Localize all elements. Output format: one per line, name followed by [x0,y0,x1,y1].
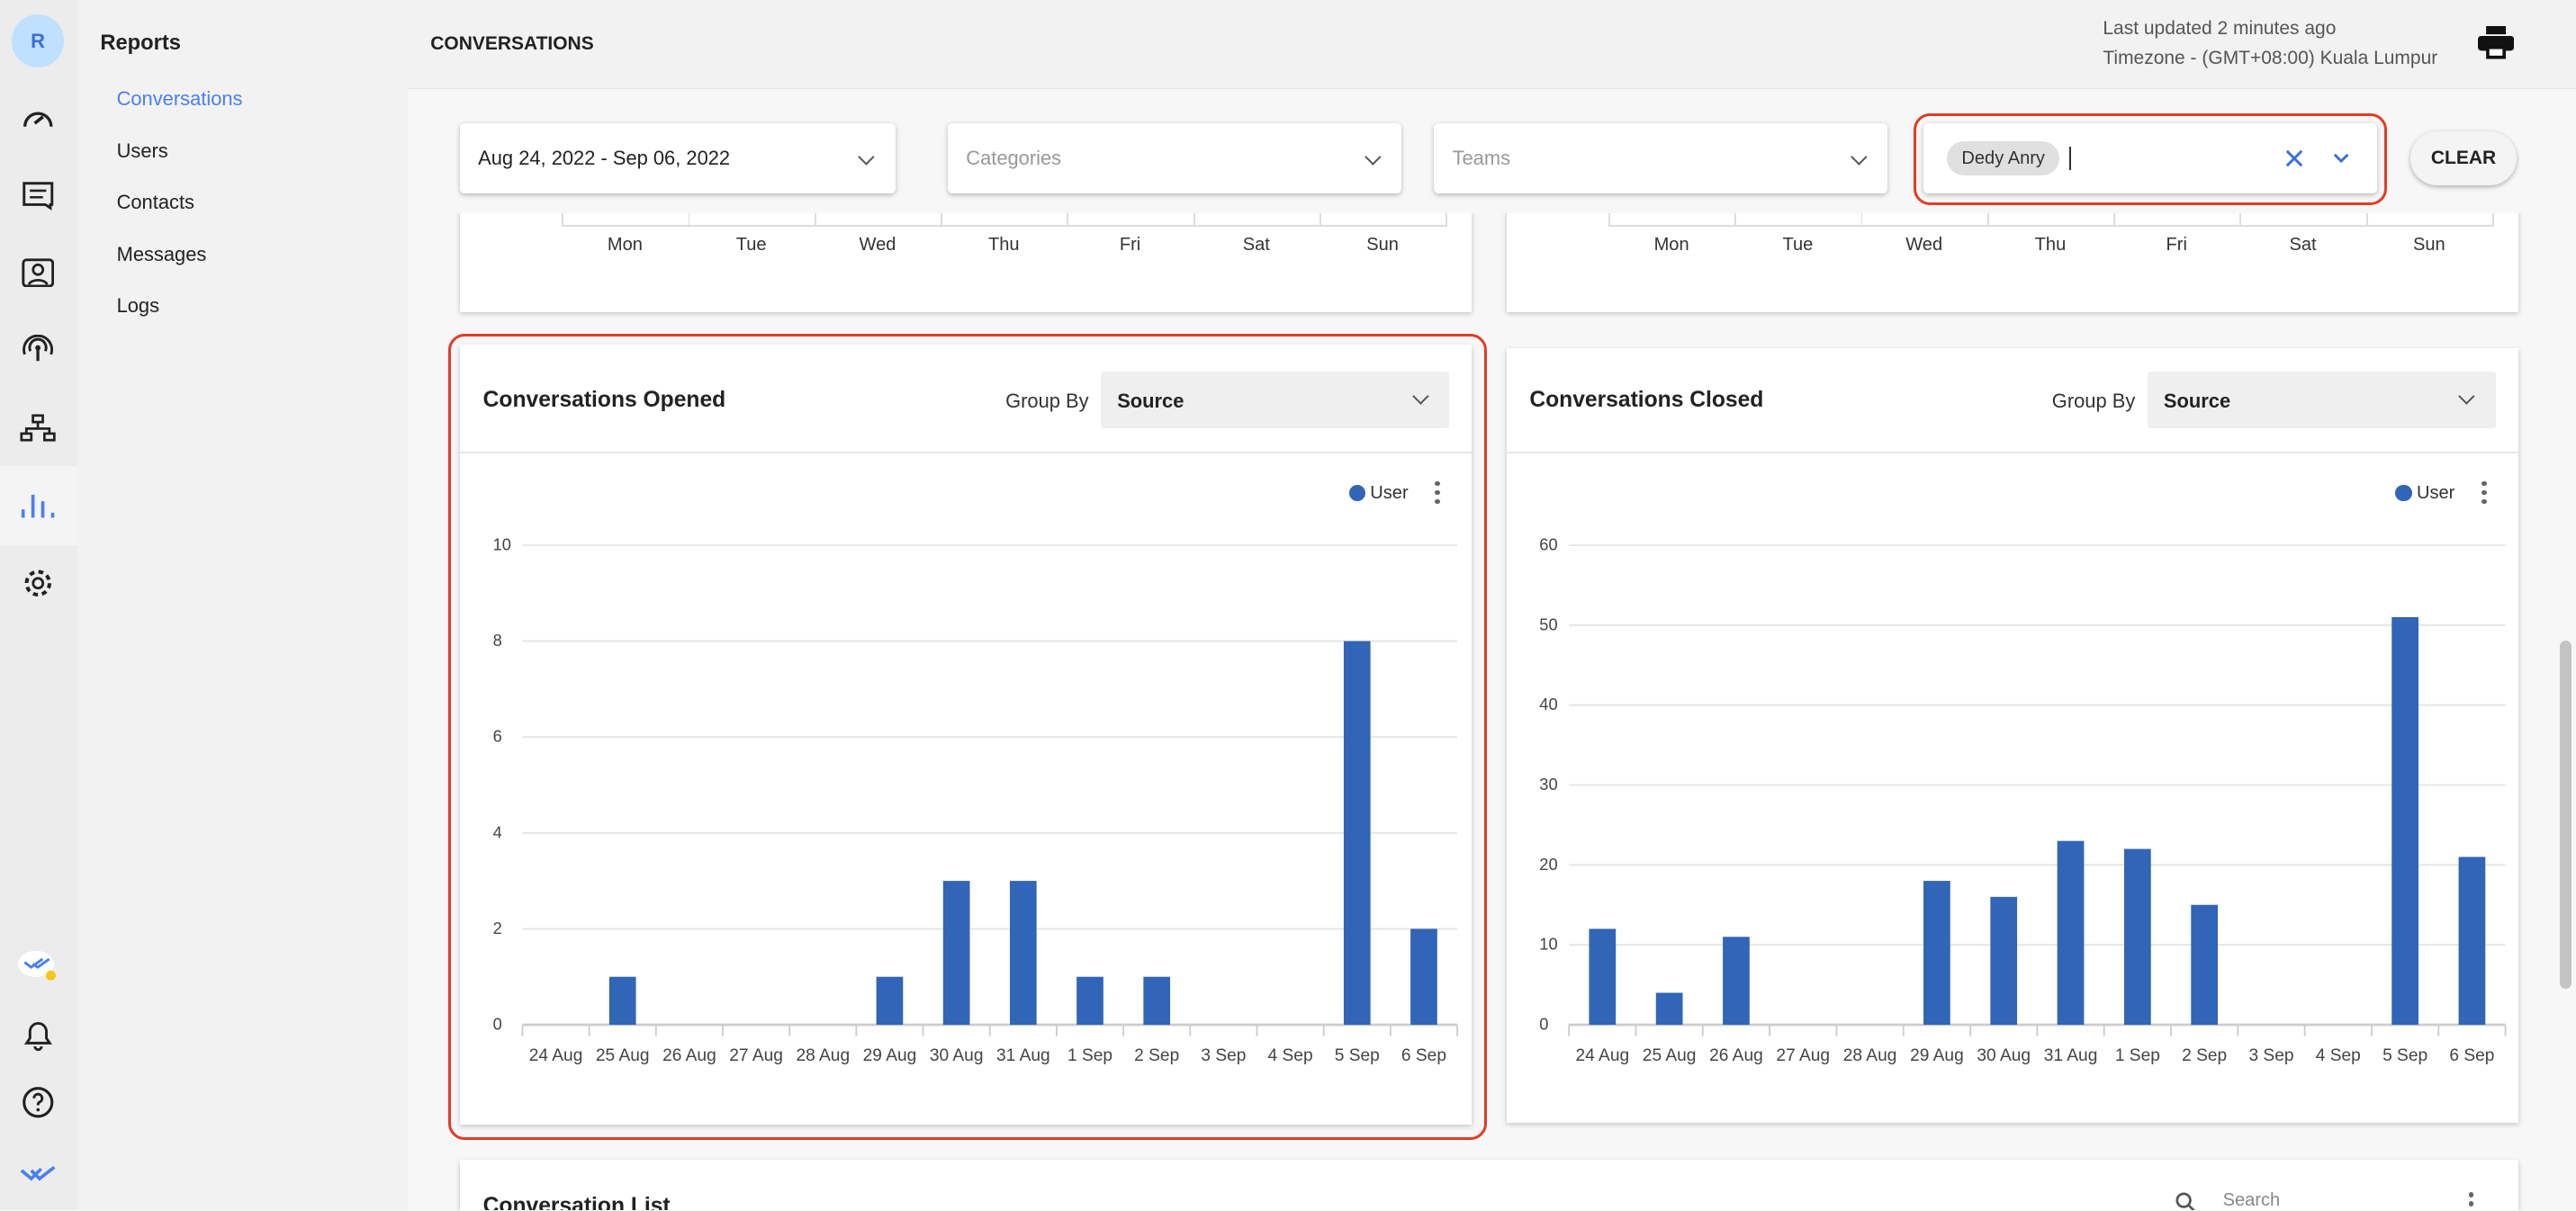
bar-24-aug[interactable] [1589,928,1617,1025]
x-tick-label: 2 Sep [2182,1046,2227,1065]
more-options-icon[interactable] [2468,1192,2474,1211]
y-tick-label: 10 [1539,935,1557,954]
search-input[interactable]: Search [2223,1190,2281,1210]
x-tick-label: 1 Sep [2115,1046,2160,1065]
bar-31-aug[interactable] [2057,840,2085,1025]
y-tick-label: 50 [1539,614,1557,633]
y-tick-label: 60 [1539,534,1557,553]
x-tick-label: 26 Aug [1709,1046,1763,1065]
x-tick-label: 27 Aug [1776,1046,1830,1065]
x-tick-label: 31 Aug [2044,1046,2098,1065]
bar-26-aug[interactable] [1723,937,1750,1025]
x-tick-label: 24 Aug [1575,1046,1629,1065]
bar-chart: 0 10 20 30 40 50 60 24 Aug 25 Aug 26 Aug 27 Aug 28 … [1539,534,2507,1065]
conversation-list-card: Conversation List Search [460,1159,2519,1211]
x-tick-label: 4 Sep [2316,1046,2361,1065]
search-icon [2175,1192,2195,1211]
scrollbar-thumb[interactable] [2559,640,2571,989]
y-tick-label: 40 [1539,695,1557,713]
scrollbar-track[interactable] [2554,88,2576,1211]
bar-29-aug[interactable] [1923,881,1950,1025]
x-tick-label: 25 Aug [1643,1046,1697,1065]
y-tick-label: 20 [1539,855,1557,874]
bar-1-sep[interactable] [2123,848,2151,1025]
bar-30-aug[interactable] [1990,896,2018,1025]
bar-2-sep[interactable] [2191,904,2219,1025]
y-tick-label: 0 [1539,1014,1548,1033]
x-tick-label: 3 Sep [2248,1046,2293,1065]
x-tick-label: 28 Aug [1843,1046,1897,1065]
y-tick-label: 30 [1539,775,1557,794]
x-tick-label: 6 Sep [2449,1046,2494,1065]
bar-25-aug[interactable] [1655,992,1683,1025]
bar-5-sep[interactable] [2391,616,2418,1025]
conversation-list-title: Conversation List [482,1193,671,1211]
x-tick-label: 29 Aug [1910,1046,1964,1065]
x-tick-label: 5 Sep [2382,1046,2427,1065]
bar-6-sep[interactable] [2458,857,2486,1025]
x-tick-label: 30 Aug [1977,1046,2031,1065]
